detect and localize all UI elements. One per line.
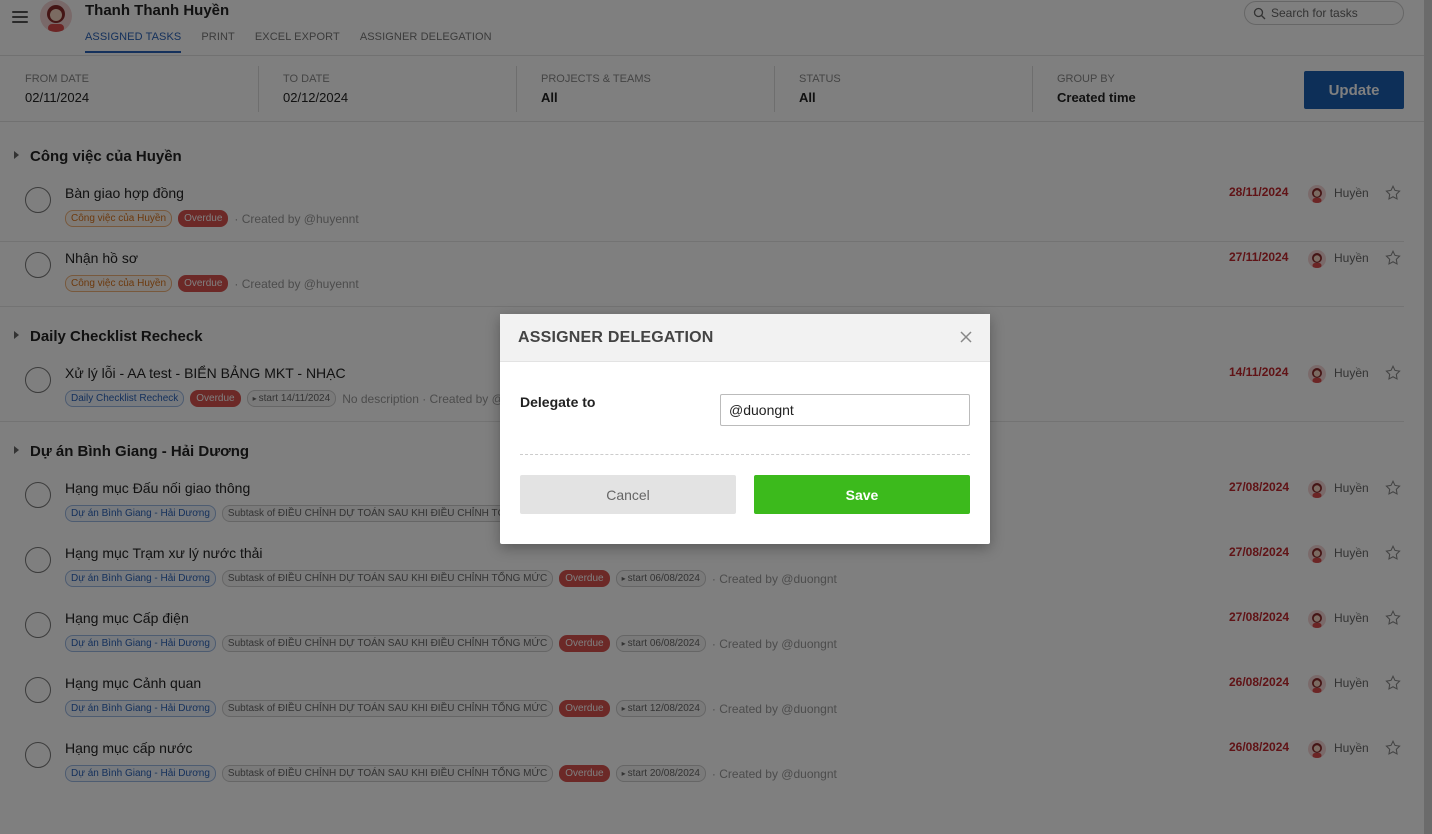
delegate-to-input[interactable]: [720, 394, 970, 426]
cancel-button[interactable]: Cancel: [520, 475, 736, 514]
dialog-divider: [520, 454, 970, 455]
close-icon[interactable]: [958, 329, 974, 345]
dialog-title: ASSIGNER DELEGATION: [518, 329, 714, 346]
save-button[interactable]: Save: [754, 475, 970, 514]
scrollbar[interactable]: [1424, 0, 1432, 834]
delegate-to-label: Delegate to: [520, 394, 596, 410]
dialog-header: ASSIGNER DELEGATION: [500, 314, 990, 362]
assigner-delegation-dialog: ASSIGNER DELEGATION Delegate to Cancel S…: [500, 314, 990, 544]
